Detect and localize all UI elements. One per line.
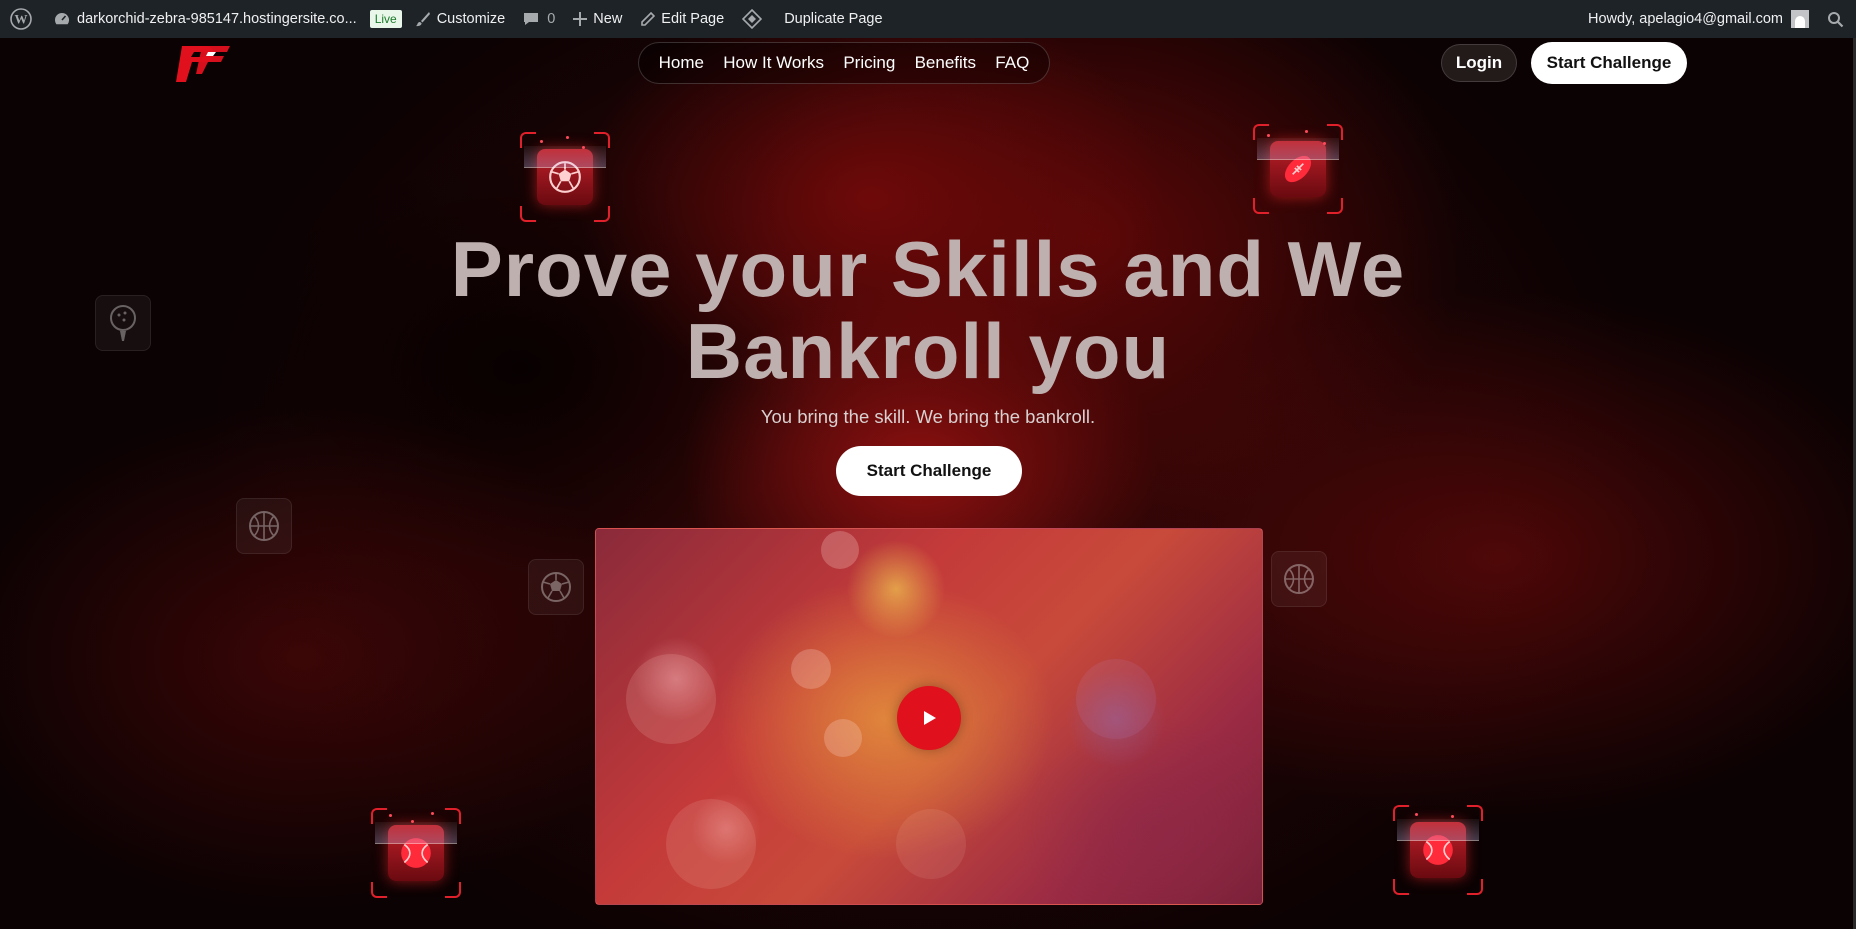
spark <box>540 140 543 143</box>
bokeh-light <box>626 654 716 744</box>
hero-subheadline: You bring the skill. We bring the bankro… <box>760 406 1096 427</box>
spark <box>1323 142 1326 145</box>
spark <box>411 820 414 823</box>
football-frame <box>1253 124 1343 214</box>
nav-item-home[interactable]: Home <box>659 53 704 73</box>
plus-icon <box>573 12 588 26</box>
basketball-icon <box>247 509 281 543</box>
customize-link[interactable]: Customize <box>406 0 515 38</box>
new-content-link[interactable]: New <box>564 0 631 38</box>
bokeh-light <box>791 649 831 689</box>
login-button[interactable]: Login <box>1441 44 1517 82</box>
spark <box>1267 134 1270 137</box>
frame-corner <box>1253 198 1269 214</box>
search-icon <box>1827 11 1844 28</box>
dashboard-icon <box>53 10 71 28</box>
headline-line-1: Prove your Skills and We <box>450 225 1406 313</box>
bokeh-light <box>666 799 756 889</box>
play-icon <box>919 708 939 728</box>
comments-link[interactable]: 0 <box>514 0 564 38</box>
spark <box>1415 813 1418 816</box>
avatar <box>1791 10 1809 28</box>
new-label: New <box>593 11 623 27</box>
search-button[interactable] <box>1818 0 1856 38</box>
scan-line <box>524 146 606 168</box>
frame-corner <box>1467 879 1483 895</box>
start-challenge-header-button[interactable]: Start Challenge <box>1531 42 1687 84</box>
soccer-frame <box>520 132 610 222</box>
golf-tile <box>95 295 151 351</box>
bokeh-light <box>824 719 862 757</box>
scan-line <box>375 822 457 844</box>
frame-corner <box>1393 879 1409 895</box>
howdy-label: Howdy, apelagio4@gmail.com <box>1588 11 1783 27</box>
spark <box>431 812 434 815</box>
frame-corner <box>445 882 461 898</box>
brush-icon <box>415 11 431 27</box>
frame-corner <box>1327 198 1343 214</box>
comment-icon <box>523 11 539 27</box>
nav-item-how-it-works[interactable]: How It Works <box>723 53 824 73</box>
diamond-icon <box>742 9 763 29</box>
customize-label: Customize <box>436 11 506 27</box>
wordpress-logo-icon[interactable]: W <box>0 0 44 38</box>
nav-item-pricing[interactable]: Pricing <box>843 53 895 73</box>
spark <box>1451 815 1454 818</box>
basketball-tile <box>236 498 292 554</box>
pencil-icon <box>640 11 656 27</box>
play-video-button[interactable] <box>897 686 961 750</box>
basketball-tile-right <box>1271 551 1327 607</box>
scan-line <box>1397 819 1479 841</box>
start-challenge-hero-button[interactable]: Start Challenge <box>836 446 1022 496</box>
nav-item-faq[interactable]: FAQ <box>995 53 1029 73</box>
basketball-icon <box>1282 562 1316 596</box>
soccer-tile <box>528 559 584 615</box>
site-name-link[interactable]: darkorchid-zebra-985147.hostingersite.co… <box>44 0 366 38</box>
bokeh-light <box>821 531 859 569</box>
edit-page-label: Edit Page <box>661 11 725 27</box>
nav-item-benefits[interactable]: Benefits <box>915 53 976 73</box>
site-name-label: darkorchid-zebra-985147.hostingersite.co… <box>77 11 357 27</box>
spark <box>582 146 585 149</box>
wp-admin-bar: W darkorchid-zebra-985147.hostingersite.… <box>0 0 1856 38</box>
live-badge: Live <box>369 10 402 28</box>
spark <box>389 814 392 817</box>
spark <box>1305 130 1308 133</box>
comments-count: 0 <box>547 11 556 27</box>
scan-line <box>1257 138 1339 160</box>
brand-logo[interactable] <box>172 40 232 86</box>
hero-headline: Prove your Skills and We Bankroll you <box>360 228 1496 392</box>
edit-page-link[interactable]: Edit Page <box>631 0 733 38</box>
duplicate-page-label: Duplicate Page <box>784 11 883 27</box>
headline-line-2: Bankroll you <box>685 307 1171 395</box>
golf-ball-icon <box>106 303 140 343</box>
frame-corner <box>594 206 610 222</box>
baseball-frame-right <box>1393 805 1483 895</box>
frame-corner <box>520 206 536 222</box>
bokeh-light <box>1076 659 1156 739</box>
svg-text:W: W <box>15 12 28 27</box>
soccer-ball-icon <box>539 570 573 604</box>
bokeh-light <box>896 809 966 879</box>
spark <box>566 136 569 139</box>
duplicate-page-link[interactable]: Duplicate Page <box>733 0 891 38</box>
my-account-link[interactable]: Howdy, apelagio4@gmail.com <box>1579 0 1818 38</box>
main-nav: Home How It Works Pricing Benefits FAQ <box>638 42 1050 84</box>
frame-corner <box>371 882 387 898</box>
baseball-frame-left <box>371 808 461 898</box>
